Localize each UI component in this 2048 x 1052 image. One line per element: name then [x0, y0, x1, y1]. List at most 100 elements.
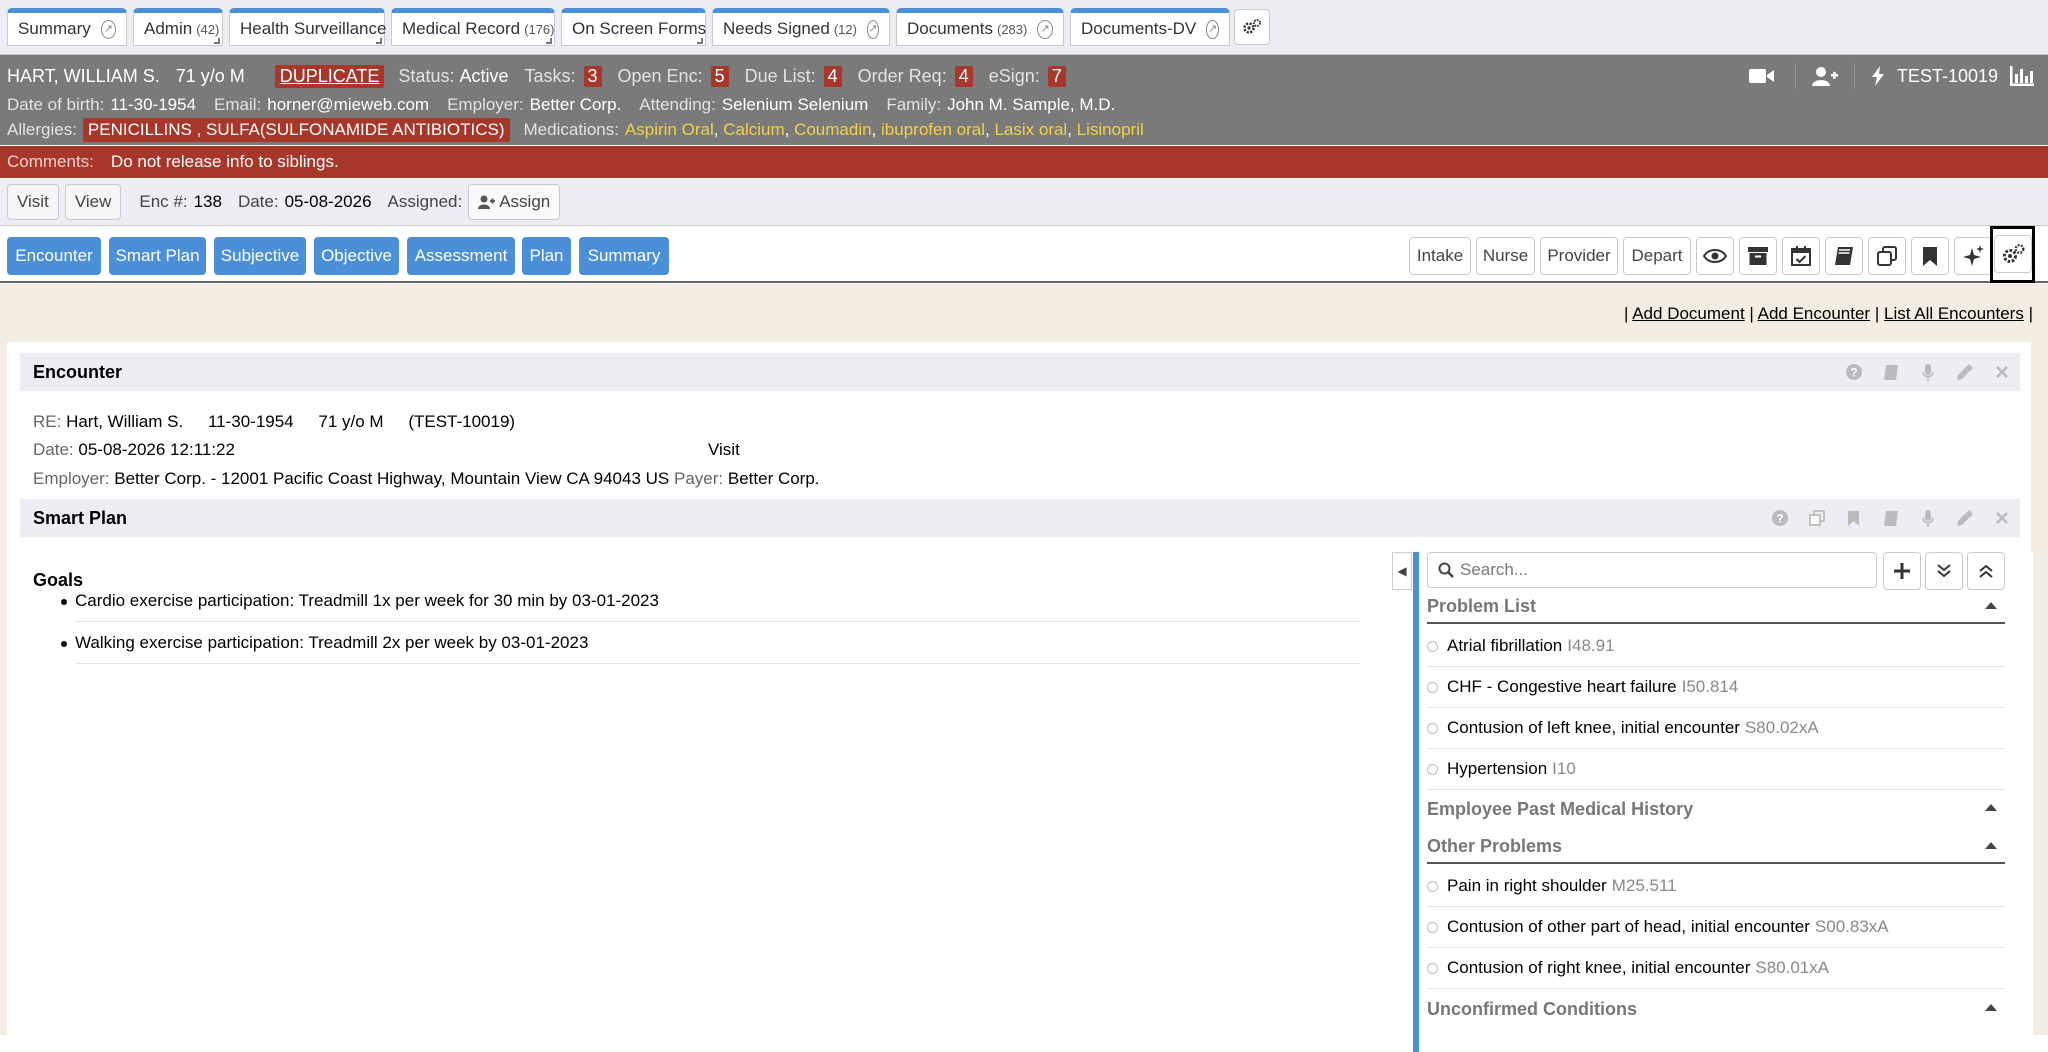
radio-icon[interactable] — [1427, 763, 1438, 775]
tab-medical-record[interactable]: Medical Record (176) — [391, 8, 555, 46]
allergies-badge[interactable]: PENICILLINS , SULFA(SULFONAMIDE ANTIBIOT… — [82, 118, 510, 142]
copy-button[interactable] — [1868, 237, 1906, 275]
pencil-icon[interactable] — [1946, 510, 1983, 526]
help-icon[interactable]: ? — [1835, 364, 1872, 380]
medication-item[interactable]: Aspirin Oral — [625, 120, 714, 140]
view-button[interactable]: View — [64, 184, 122, 220]
tab-settings-button[interactable] — [1234, 9, 1270, 45]
radio-icon[interactable] — [1427, 962, 1438, 974]
order-req-count[interactable]: 4 — [954, 65, 973, 87]
radio-icon[interactable] — [1427, 880, 1438, 892]
add-document-link[interactable]: Add Document — [1632, 304, 1744, 323]
calendar-check-button[interactable] — [1782, 237, 1820, 275]
radio-icon[interactable] — [1427, 640, 1438, 652]
help-icon[interactable]: ? — [1761, 510, 1798, 526]
magic-button[interactable] — [1954, 237, 1992, 275]
collapse-panel-button[interactable]: ◀ — [1392, 552, 1412, 590]
view-toggle-button[interactable] — [1696, 237, 1734, 275]
open-enc-label[interactable]: Open Enc: — [618, 66, 703, 87]
open-enc-count[interactable]: 5 — [710, 65, 729, 87]
tab-health-surveillance[interactable]: Health Surveillance — [229, 8, 386, 46]
tab-documents-dv[interactable]: Documents-DV ↗ — [1070, 8, 1230, 46]
problem-item[interactable]: Contusion of other part of head, initial… — [1427, 907, 2005, 948]
medication-item[interactable]: Lisinopril — [1077, 120, 1144, 140]
nav-objective-button[interactable]: Objective — [314, 237, 399, 275]
expand-all-button[interactable] — [1925, 552, 1963, 590]
tab-admin[interactable]: Admin (42) — [133, 8, 223, 46]
popout-icon[interactable]: ↗ — [866, 19, 879, 39]
nav-smart-plan-button[interactable]: Smart Plan — [109, 237, 206, 275]
esign-label[interactable]: eSign: — [989, 66, 1040, 87]
microphone-icon[interactable] — [1909, 363, 1946, 381]
due-list-label[interactable]: Due List: — [745, 66, 816, 87]
nav-plan-button[interactable]: Plan — [522, 237, 571, 275]
close-icon[interactable] — [1983, 366, 2020, 378]
problem-item[interactable]: CHF - Congestive heart failure I50.814 — [1427, 667, 2005, 708]
order-req-label[interactable]: Order Req: — [858, 66, 947, 87]
problem-search-input[interactable]: Search... — [1427, 552, 1877, 588]
depart-button[interactable]: Depart — [1623, 237, 1691, 275]
lightning-icon[interactable] — [1871, 66, 1885, 86]
popout-icon[interactable]: ↗ — [100, 19, 116, 39]
tab-summary[interactable]: Summary ↗ — [7, 8, 127, 46]
problem-item[interactable]: Hypertension I10 — [1427, 749, 2005, 790]
employee-pmh-header[interactable]: Employee Past Medical History — [1427, 792, 2005, 826]
svg-text:?: ? — [1776, 512, 1783, 526]
tab-needs-signed[interactable]: Needs Signed (12) ↗ — [712, 8, 890, 46]
tasks-label[interactable]: Tasks: — [524, 66, 575, 87]
tab-on-screen-forms[interactable]: On Screen Forms — [561, 8, 706, 46]
duplicate-badge[interactable]: DUPLICATE — [274, 64, 385, 88]
problem-item[interactable]: Contusion of right knee, initial encount… — [1427, 948, 2005, 989]
video-camera-icon[interactable] — [1748, 67, 1775, 85]
book-icon[interactable] — [1872, 510, 1909, 526]
book-button[interactable] — [1825, 237, 1863, 275]
esign-count[interactable]: 7 — [1047, 65, 1066, 87]
microphone-icon[interactable] — [1909, 509, 1946, 527]
visit-button[interactable]: Visit — [7, 184, 59, 220]
medication-item[interactable]: Lasix oral — [994, 120, 1067, 140]
provider-button[interactable]: Provider — [1540, 237, 1618, 275]
radio-icon[interactable] — [1427, 681, 1438, 693]
nav-summary-button[interactable]: Summary — [579, 237, 669, 275]
problem-code: S80.02xA — [1744, 718, 1819, 737]
intake-button[interactable]: Intake — [1409, 237, 1471, 275]
nav-assessment-button[interactable]: Assessment — [407, 237, 515, 275]
tab-documents[interactable]: Documents (283) ↗ — [896, 8, 1064, 46]
nav-subjective-button[interactable]: Subjective — [214, 237, 306, 275]
popout-icon[interactable]: ↗ — [1037, 19, 1053, 39]
problem-item[interactable]: Atrial fibrillation I48.91 — [1427, 626, 2005, 667]
radio-icon[interactable] — [1427, 722, 1438, 734]
problem-item[interactable]: Pain in right shoulder M25.511 — [1427, 866, 2005, 907]
nurse-button[interactable]: Nurse — [1476, 237, 1535, 275]
medication-item[interactable]: ibuprofen oral — [881, 120, 985, 140]
due-list-count[interactable]: 4 — [823, 65, 842, 87]
assign-button[interactable]: Assign — [468, 184, 561, 220]
problem-item[interactable]: Contusion of left knee, initial encounte… — [1427, 708, 2005, 749]
add-encounter-link[interactable]: Add Encounter — [1758, 304, 1870, 323]
pencil-icon[interactable] — [1946, 364, 1983, 380]
goal-item: Walking exercise participation: Treadmil… — [61, 622, 1360, 664]
other-problems-header[interactable]: Other Problems — [1427, 830, 2005, 864]
unconfirmed-conditions-header[interactable]: Unconfirmed Conditions — [1427, 992, 2005, 1026]
add-user-icon[interactable] — [1811, 66, 1838, 86]
list-all-encounters-link[interactable]: List All Encounters — [1884, 304, 2024, 323]
medication-item[interactable]: Coumadin — [794, 120, 872, 140]
collapse-all-button[interactable] — [1967, 552, 2005, 590]
bookmark-icon[interactable] — [1835, 510, 1872, 526]
archive-button[interactable] — [1739, 237, 1777, 275]
bar-chart-icon[interactable] — [2010, 66, 2034, 86]
tasks-count[interactable]: 3 — [583, 65, 602, 87]
email-value[interactable]: horner@mieweb.com — [267, 95, 429, 115]
nav-encounter-button[interactable]: Encounter — [7, 237, 101, 275]
book-icon[interactable] — [1872, 364, 1909, 380]
radio-icon[interactable] — [1427, 921, 1438, 933]
copy-icon[interactable] — [1798, 510, 1835, 526]
bookmark-button[interactable] — [1911, 237, 1949, 275]
problem-list-header[interactable]: Problem List — [1427, 590, 2005, 624]
top-tab-bar: Summary ↗ Admin (42) Health Surveillance M… — [0, 0, 2048, 55]
patient-name[interactable]: HART, WILLIAM S. — [7, 66, 160, 87]
add-problem-button[interactable] — [1883, 552, 1921, 590]
popout-icon[interactable]: ↗ — [1206, 19, 1219, 39]
medication-item[interactable]: Calcium — [723, 120, 784, 140]
close-icon[interactable] — [1983, 512, 2020, 524]
